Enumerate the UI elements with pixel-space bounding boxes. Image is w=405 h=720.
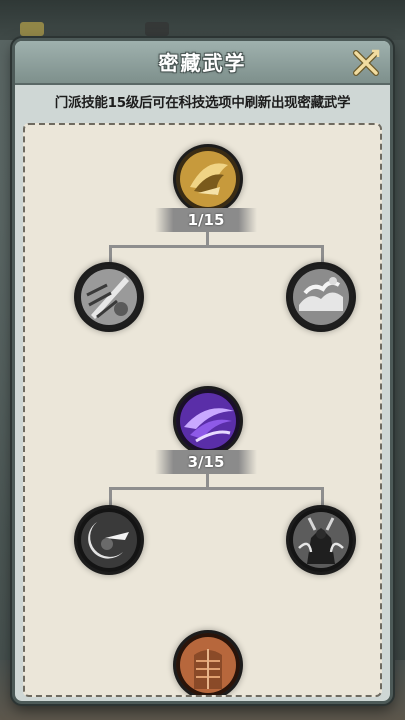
tree-connector [321, 245, 324, 265]
level-indicator: 1/15 [155, 208, 257, 232]
cloud-wave-skill-icon[interactable] [289, 265, 353, 329]
bronze-armor-skill-icon[interactable] [176, 633, 240, 695]
crescent-moon-warrior-skill-icon[interactable] [77, 508, 141, 572]
demon-figure-skill-icon[interactable] [289, 508, 353, 572]
unlock-hint-text: 门派技能15级后可在科技选项中刷新出现密藏武学 [54, 95, 351, 111]
skill-tree-area: 1/15 3/15 [23, 123, 382, 697]
tree-connector [109, 245, 112, 265]
tree-connector [321, 487, 324, 507]
golden-claw-skill-icon[interactable] [176, 147, 240, 211]
hud-item-icon [145, 22, 169, 36]
tree-connector [206, 474, 209, 488]
purple-vortex-skill-icon[interactable] [176, 389, 240, 453]
close-x-icon[interactable] [350, 47, 382, 79]
dialog-title: 密藏武学 [158, 51, 247, 75]
tree-connector [109, 487, 324, 490]
level-indicator: 3/15 [155, 450, 257, 474]
hud-item-icon [20, 22, 44, 36]
tree-connector [206, 232, 209, 246]
tree-connector [109, 245, 324, 248]
background-hud [0, 0, 405, 40]
sword-slash-skill-icon[interactable] [77, 265, 141, 329]
secret-skills-dialog: 密藏武学 门派技能15级后可在科技选项中刷新出现密藏武学 1/15 3/15 [12, 38, 393, 704]
tree-connector [109, 487, 112, 507]
